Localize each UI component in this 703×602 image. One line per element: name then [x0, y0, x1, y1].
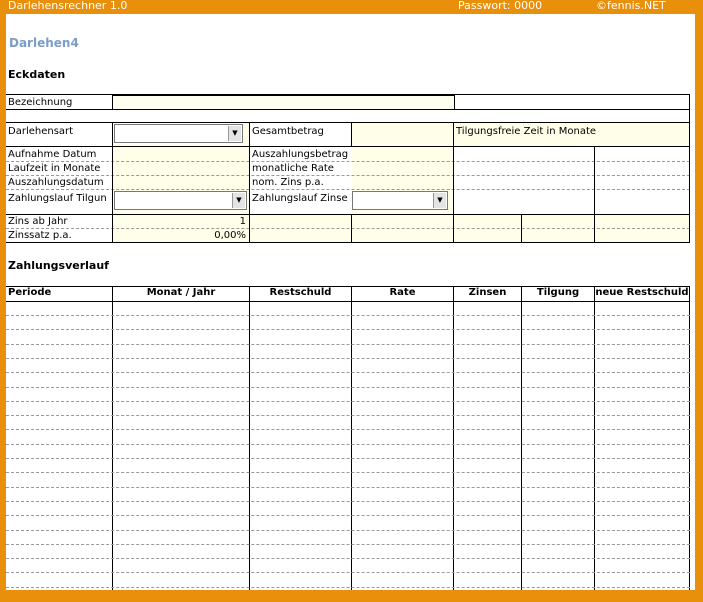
zahlungsverlauf-heading: Zahlungsverlauf [8, 259, 109, 272]
copyright-text: ©fennis.NET [596, 0, 666, 12]
table-row [6, 401, 690, 402]
column-header-neue-restschuld: neue Restschuld [595, 287, 689, 298]
zins-ab-jahr-value[interactable]: 1 [206, 216, 246, 228]
table-row [6, 487, 690, 488]
auszahlungsbetrag-label: Auszahlungsbetrag [252, 149, 349, 160]
laufzeit-label: Laufzeit in Monate [8, 163, 101, 174]
app-title: Darlehensrechner 1.0 [8, 0, 128, 12]
column-header-tilgung: Tilgung [536, 287, 580, 298]
table-row [6, 544, 690, 545]
sheet-title: Darlehen4 [9, 36, 79, 50]
monatliche-rate-label: monatliche Rate [252, 163, 334, 174]
zahlungslauf-tilgung-dropdown[interactable]: ▼ [114, 191, 247, 210]
table-row [6, 329, 690, 330]
zins-ab-jahr-label: Zins ab Jahr [8, 216, 68, 227]
table-row [6, 558, 690, 559]
chevron-down-icon[interactable]: ▼ [232, 193, 245, 208]
chevron-down-icon[interactable]: ▼ [228, 126, 241, 141]
eckdaten-heading: Eckdaten [8, 68, 66, 81]
nom-zins-label: nom. Zins p.a. [252, 177, 324, 188]
column-header-restschuld: Restschuld [269, 287, 332, 298]
title-bar: Darlehensrechner 1.0 Passwort: 0000 ©fen… [6, 0, 695, 14]
table-row [6, 315, 690, 316]
aufnahme-datum-label: Aufnahme Datum [8, 149, 97, 160]
password-text: Passwort: 0000 [458, 0, 543, 12]
column-header-zinsen: Zinsen [468, 287, 507, 298]
bezeichnung-label: Bezeichnung [8, 97, 73, 108]
table-row [6, 344, 690, 345]
table-row [6, 415, 690, 416]
tilgungsfreie-zeit-label: Tilgungsfreie Zeit in Monate [456, 126, 597, 137]
auszahlungsdatum-label: Auszahlungsdatum [8, 177, 104, 188]
gesamtbetrag-label: Gesamtbetrag [252, 126, 324, 137]
zahlungslauf-tilgung-label: Zahlungslauf Tilgun [8, 193, 107, 204]
table-row [6, 515, 690, 516]
table-row [6, 429, 690, 430]
table-row [6, 458, 690, 459]
table-row [6, 530, 690, 531]
column-header-monat-jahr: Monat / Jahr [146, 287, 216, 298]
table-row [6, 572, 690, 573]
column-header-rate: Rate [389, 287, 416, 298]
table-row [6, 472, 690, 473]
table-row [6, 387, 690, 388]
darlehensart-dropdown[interactable]: ▼ [114, 124, 243, 143]
bezeichnung-input[interactable] [112, 95, 455, 110]
spreadsheet-sheet: Darlehensrechner 1.0 Passwort: 0000 ©fen… [6, 0, 695, 590]
darlehensart-label: Darlehensart [8, 126, 74, 137]
zahlungslauf-zinsen-dropdown[interactable]: ▼ [352, 191, 448, 210]
table-row [6, 372, 690, 373]
table-row [6, 358, 690, 359]
table-row [6, 501, 690, 502]
column-header-periode: Periode [8, 287, 52, 298]
zinssatz-value[interactable]: 0,00% [196, 230, 246, 242]
table-row [6, 587, 690, 588]
zinssatz-label: Zinssatz p.a. [8, 230, 72, 241]
zahlungslauf-zinsen-label: Zahlungslauf Zinse [252, 193, 348, 204]
chevron-down-icon[interactable]: ▼ [433, 193, 446, 208]
table-row [6, 444, 690, 445]
